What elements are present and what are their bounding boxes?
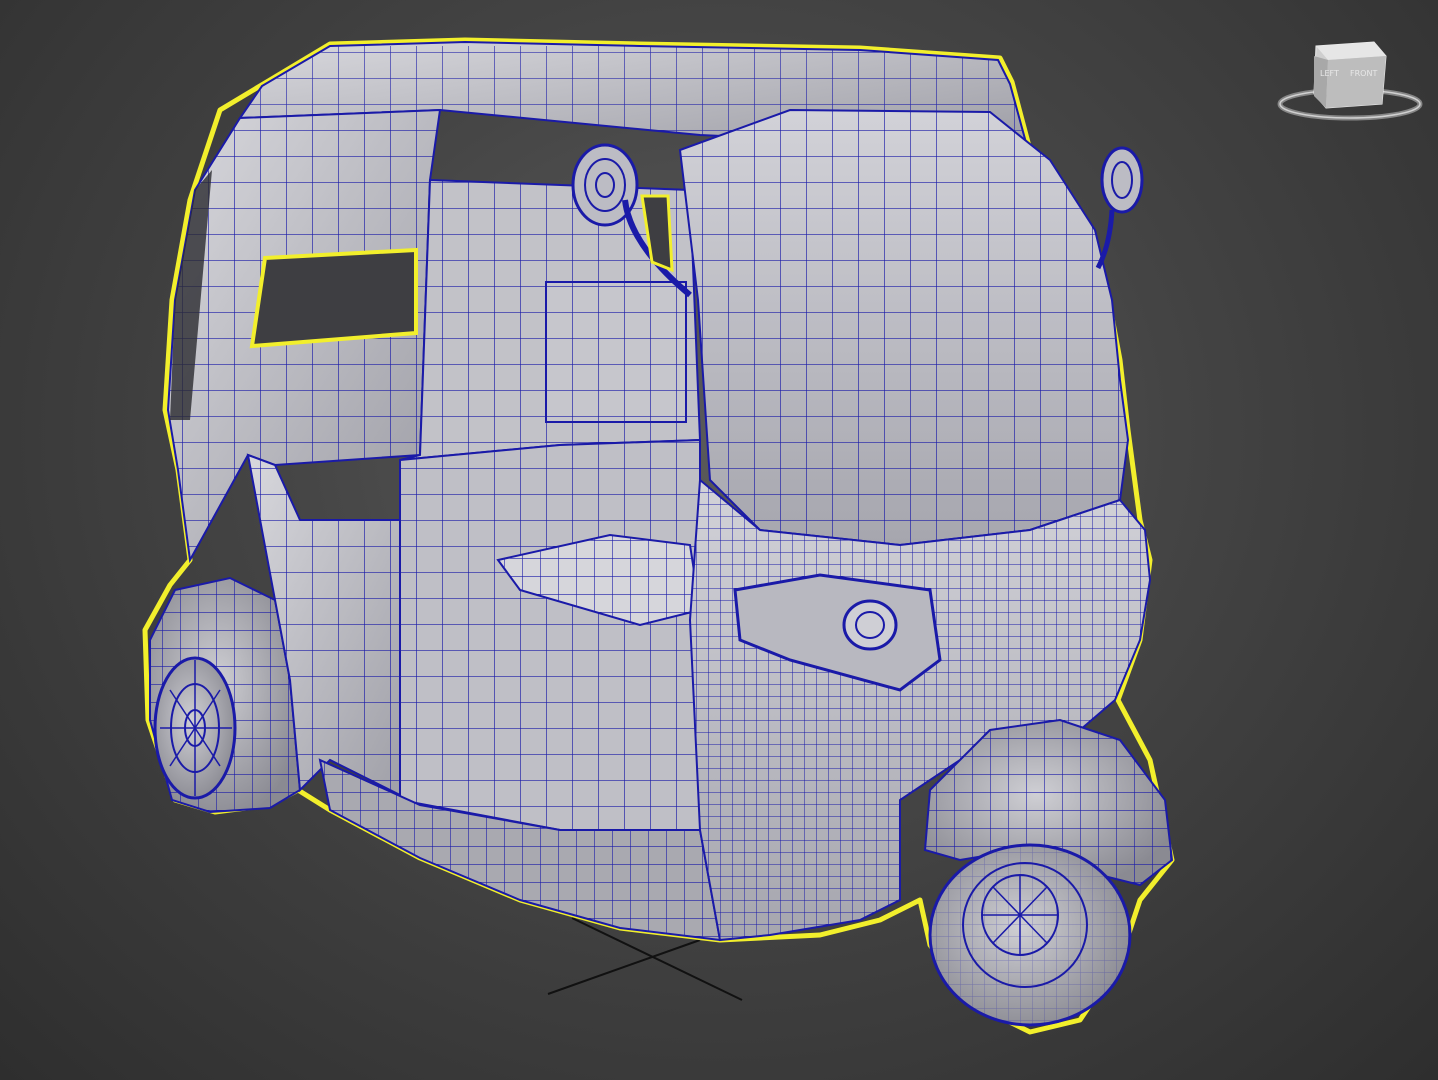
side-window — [249, 247, 418, 349]
right-mirror — [1095, 146, 1144, 270]
viewcube-left-label[interactable]: LEFT — [1320, 69, 1339, 78]
front-wheel — [928, 843, 1132, 1027]
viewcube-icon[interactable]: LEFT FRONT — [1270, 34, 1430, 134]
viewport-scene[interactable] — [0, 0, 1438, 1080]
auto-rickshaw-mesh[interactable] — [142, 37, 1180, 1035]
3d-viewport[interactable]: LEFT FRONT — [0, 0, 1438, 1080]
rear-wheel — [153, 656, 237, 800]
viewcube-front-label[interactable]: FRONT — [1350, 69, 1377, 78]
